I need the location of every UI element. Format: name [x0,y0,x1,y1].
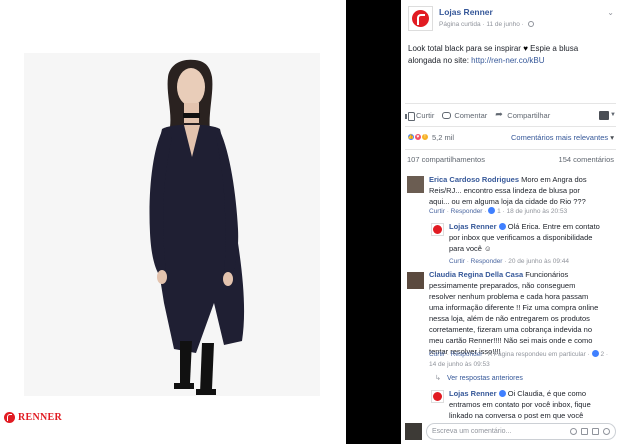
profile-picture-icon [599,110,610,120]
viewer-divider [346,0,401,444]
emoji-icon[interactable] [570,427,577,435]
post-as-selector[interactable]: ▼ [599,110,616,120]
sticker-icon[interactable] [603,427,610,435]
comment-like-count: 1 [497,208,501,215]
comment-text: Funcionários pessimamente preparados, nã… [429,270,599,356]
globe-icon [527,21,534,27]
comments-list: Erica Cardoso Rodrigues Moro em Angra do… [405,170,616,424]
comment-reply-link[interactable]: Responder [451,208,483,215]
renner-r-icon [412,10,429,27]
comment-like-link[interactable]: Curtir [429,208,445,215]
divider-line [405,126,616,127]
reply-author-name[interactable]: Lojas Renner [449,389,497,398]
post-text: Look total black para se inspirar ♥ Espi… [408,43,613,67]
product-photo[interactable] [24,53,320,396]
wow-reaction-icon[interactable]: ! [421,133,429,141]
comment-timestamp[interactable]: 14 de junho às 09:53 [429,361,490,368]
comment-sort-dropdown[interactable]: Comentários mais relevantes ▾ [511,133,614,142]
comment-actions: Curtir · Responder · A Página respondeu … [429,350,609,368]
share-arrow-icon [495,109,504,120]
comment-composer: Escreva um comentário... [405,421,616,441]
counts-row: 107 compartilhamentos 154 comentários [407,155,614,164]
current-user-avatar [405,422,422,440]
post-date-link[interactable]: 11 de junho [486,21,520,28]
comment-body: Erica Cardoso Rodrigues Moro em Angra do… [429,174,594,207]
comments-count[interactable]: 154 comentários [559,155,614,164]
model-image [24,53,320,396]
comment-input-placeholder: Escreva um comentário... [432,427,512,435]
comment-button-label: Comentar [454,110,488,120]
camera-icon[interactable] [581,427,588,435]
page-liked-label: Página curtida [439,21,481,28]
comment-input[interactable]: Escreva um comentário... [426,422,616,440]
renner-logo: RENNER [4,412,62,423]
page-name-link[interactable]: Lojas Renner [439,7,493,17]
photo-pane: RENNER [0,0,346,444]
comment-actions: Curtir · Responder · 1 · 18 de junho às … [429,207,568,215]
reply-body: Lojas Renner Oi Claudia, é que como entr… [449,388,601,421]
post-action-bar: Curtir Comentar Compartilhar ▼ [405,108,616,122]
commenter-name[interactable]: Erica Cardoso Rodrigues [429,175,519,184]
verified-badge-icon [498,223,506,230]
comment-reply-link[interactable]: Responder [451,351,483,358]
comment-button[interactable]: Comentar [442,111,487,120]
comment-item: Erica Cardoso Rodrigues Moro em Angra do… [405,170,616,218]
page-reply-avatar[interactable] [431,223,444,236]
page-replied-note: A Página respondeu em particular [487,351,586,358]
reply-actions: Curtir · Responder · 20 de junho às 09:4… [449,258,569,265]
comment-like-count: 2 [600,351,605,358]
comment-sort-label: Comentários mais relevantes [511,132,609,142]
share-button-label: Compartilhar [507,110,551,120]
reply-like-link[interactable]: Curtir [449,258,465,265]
like-button[interactable]: Curtir [405,110,435,121]
commenter-avatar[interactable] [407,272,424,289]
gif-icon[interactable] [592,427,599,435]
page-avatar[interactable] [408,6,433,31]
renner-logo-text: RENNER [18,412,63,423]
more-replies-row: ↳ Ver respostas anteriores [405,374,616,386]
commenter-avatar[interactable] [407,176,424,193]
divider-line [405,103,616,104]
speech-bubble-icon [442,111,452,119]
view-previous-replies-link[interactable]: Ver respostas anteriores [447,375,523,382]
caret-down-icon: ▾ [610,132,614,142]
comment-item: Claudia Regina Della Casa Funcionários p… [405,268,616,374]
reactions-row: 👍 ♥ ! 5,2 mil Comentários mais relevante… [407,131,614,143]
post-sidebar: Lojas Renner Página curtida · 11 de junh… [401,0,620,444]
divider-line [405,149,616,150]
reply-timestamp[interactable]: 20 de junho às 09:44 [508,258,569,265]
post-text-main: Look total black para se inspirar [408,44,521,53]
post-link[interactable]: http://ren-ner.co/kBU [471,56,544,65]
reaction-count[interactable]: 5,2 mil [432,133,454,142]
like-count-icon [591,350,599,357]
reply-item: Lojas Renner Oi Claudia, é que como entr… [405,386,616,424]
renner-logo-mark [4,412,15,423]
share-button[interactable]: Compartilhar [495,109,551,120]
caret-down-icon: ▼ [610,112,616,118]
reply-author-name[interactable]: Lojas Renner [449,222,497,231]
renner-r-icon [433,392,442,401]
smile-emoji-icon: ☺ [484,244,492,253]
comment-timestamp[interactable]: 18 de junho às 20:53 [506,208,567,215]
reply-arrow-icon: ↳ [435,375,441,382]
like-count-icon [488,207,496,214]
page-reply-avatar[interactable] [431,390,444,403]
black-heart-icon: ♥ [523,44,528,53]
comment-like-link[interactable]: Curtir [429,351,445,358]
post-meta: Página curtida · 11 de junho · [439,21,534,28]
commenter-name[interactable]: Claudia Regina Della Casa [429,270,523,279]
post-header: Lojas Renner Página curtida · 11 de junh… [407,4,614,34]
reply-respond-link[interactable]: Responder [471,258,503,265]
like-button-label: Curtir [416,110,435,120]
comment-body: Claudia Regina Della Casa Funcionários p… [429,269,599,357]
shares-count[interactable]: 107 compartilhamentos [407,155,485,164]
thumbs-up-icon [405,111,415,121]
renner-r-icon [433,225,442,234]
reply-body: Lojas Renner Olá Erica. Entre em contato… [449,221,601,254]
reply-item: Lojas Renner Olá Erica. Entre em contato… [405,218,616,268]
chevron-down-icon[interactable]: ⌄ [607,8,614,17]
verified-badge-icon [498,390,506,397]
